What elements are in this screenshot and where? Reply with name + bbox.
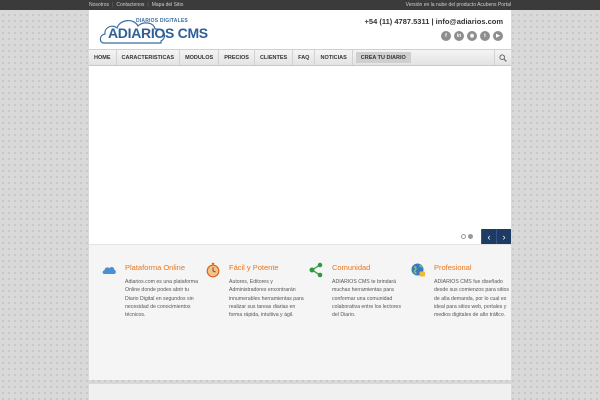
- rss-icon[interactable]: ◉: [467, 31, 477, 41]
- top-bar-note[interactable]: Versión en la nube del producto Acubens …: [406, 0, 511, 10]
- feature-title: Fácil y Potente: [229, 263, 279, 272]
- site-header: DIARIOS DIGITALES ADIARIOS CMS +54 (11) …: [89, 10, 511, 49]
- search-button[interactable]: [494, 50, 511, 65]
- feature-title: Comunidad: [332, 263, 371, 272]
- contact-info[interactable]: +54 (11) 4787.5311 | info@adiarios.com: [365, 17, 503, 26]
- nav-item-faq[interactable]: FAQ: [293, 50, 316, 65]
- nav-item-home[interactable]: HOME: [89, 50, 117, 65]
- search-icon: [499, 53, 507, 62]
- feature-text: Adiarios.com es una plataforma Online do…: [125, 279, 198, 319]
- top-link-nosotros[interactable]: Nosotros: [89, 0, 109, 10]
- youtube-icon[interactable]: ▶: [493, 31, 503, 41]
- slider-next-button[interactable]: ›: [496, 229, 511, 244]
- top-bar: Nosotros | Contactenos | Mapa del Sitio …: [0, 0, 600, 10]
- nav-item-caracteristicas[interactable]: CARACTERISTICAS: [117, 50, 181, 65]
- linkedin-icon[interactable]: in: [454, 31, 464, 41]
- main-nav: HOME CARACTERISTICAS MODULOS PRECIOS CLI…: [89, 49, 511, 66]
- top-link-mapa-del-sitio[interactable]: Mapa del Sitio: [152, 0, 184, 10]
- social-links: f in ◉ t ▶: [441, 31, 503, 41]
- separator: |: [112, 2, 114, 8]
- logo-name: ADIARIOS CMS: [108, 25, 208, 41]
- globe-icon: [411, 263, 425, 277]
- hero-slider[interactable]: ‹ ›: [89, 66, 511, 244]
- site-logo[interactable]: DIARIOS DIGITALES ADIARIOS CMS: [98, 13, 208, 46]
- feature-title: Plataforma Online: [125, 263, 186, 272]
- nav-item-clientes[interactable]: CLIENTES: [255, 50, 294, 65]
- footer-strip: [89, 384, 511, 400]
- logo-tagline: DIARIOS DIGITALES: [136, 18, 188, 24]
- feature-text: ADIARIOS CMS te brindará muchas herramie…: [332, 279, 401, 319]
- top-links: Nosotros | Contactenos | Mapa del Sitio: [89, 0, 183, 10]
- slider-prev-button[interactable]: ‹: [481, 229, 496, 244]
- nav-cta-crea-tu-diario[interactable]: CREA TU DIARIO: [355, 52, 411, 63]
- share-icon: [309, 262, 323, 278]
- separator: |: [147, 2, 149, 8]
- feature-text: Autores, Editores y Administradores enco…: [229, 279, 304, 319]
- facebook-icon[interactable]: f: [441, 31, 451, 41]
- top-link-contactenos[interactable]: Contactenos: [116, 0, 144, 10]
- twitter-icon[interactable]: t: [480, 31, 490, 41]
- nav-item-modulos[interactable]: MODULOS: [180, 50, 220, 65]
- slider-dot-1[interactable]: [461, 234, 466, 239]
- stopwatch-icon: [206, 262, 220, 278]
- slider-dots: [461, 234, 473, 239]
- slider-dot-2[interactable]: [468, 234, 473, 239]
- features-section: Plataforma Online Adiarios.com es una pl…: [89, 244, 511, 380]
- slider-arrows: ‹ ›: [481, 229, 511, 244]
- feature-text: ADIARIOS CMS fue diseñado desde sus comi…: [434, 279, 509, 319]
- feature-title: Profesional: [434, 263, 472, 272]
- cloud-icon: [102, 267, 116, 274]
- nav-item-precios[interactable]: PRECIOS: [219, 50, 255, 65]
- nav-item-noticias[interactable]: NOTICIAS: [315, 50, 353, 65]
